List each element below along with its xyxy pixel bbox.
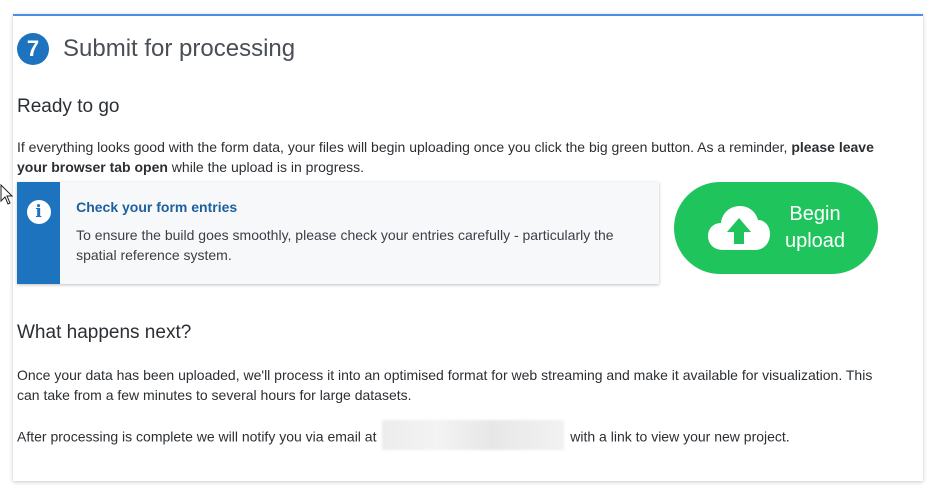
- notice-accent-bar: i: [17, 182, 61, 284]
- ready-paragraph: If everything looks good with the form d…: [17, 137, 897, 177]
- cloud-upload-icon: [707, 206, 770, 250]
- step-title: Submit for processing: [63, 35, 296, 62]
- upload-label-line1: Begin: [789, 203, 841, 225]
- ready-text-after: while the upload is in progress.: [167, 159, 365, 175]
- form-check-notice: i Check your form entries To ensure the …: [17, 182, 659, 284]
- ready-heading: Ready to go: [17, 96, 120, 117]
- redacted-email: [382, 420, 565, 450]
- next-paragraph-2: After processing is complete we will not…: [17, 420, 897, 450]
- upload-button-label: Begin upload: [785, 201, 845, 255]
- notice-text: To ensure the build goes smoothly, pleas…: [76, 227, 614, 263]
- mouse-cursor-icon: [0, 184, 14, 205]
- next-heading: What happens next?: [17, 322, 192, 343]
- ready-text-before: If everything looks good with the form d…: [17, 139, 792, 155]
- notice-title: Check your form entries: [76, 199, 238, 215]
- email-text-before: After processing is complete we will not…: [17, 428, 381, 445]
- step-number-badge: 7: [17, 33, 49, 65]
- next-paragraph-1: Once your data has been uploaded, we'll …: [17, 367, 873, 403]
- email-text-after: with a link to view your new project.: [566, 428, 790, 445]
- begin-upload-button[interactable]: Begin upload: [674, 182, 878, 274]
- step-header: 7 Submit for processing: [17, 33, 295, 65]
- info-icon: i: [26, 200, 51, 224]
- upload-label-line2: upload: [784, 230, 846, 252]
